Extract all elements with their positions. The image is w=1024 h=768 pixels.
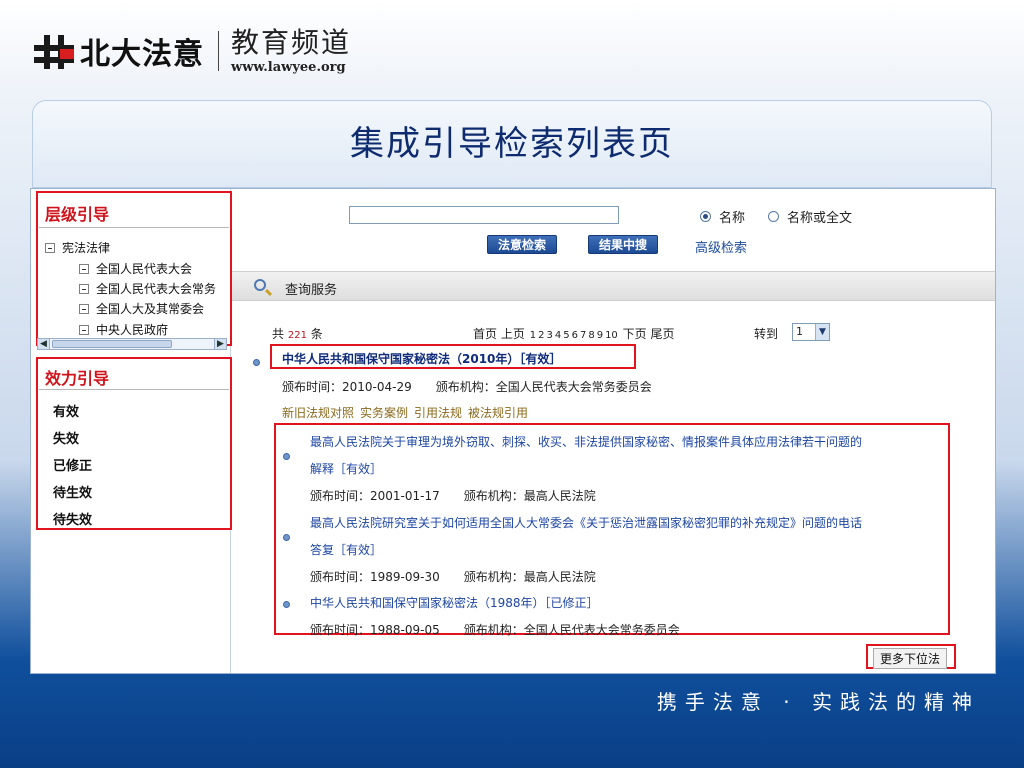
effect-item-invalid[interactable]: 失效 (53, 428, 79, 447)
result-count: 共 221 条 (272, 325, 323, 342)
more-sub-laws-button[interactable]: 更多下位法 (873, 648, 948, 669)
query-service-bar: 查询服务 (232, 271, 995, 301)
first-page-link[interactable]: 首页 (473, 327, 497, 341)
count-prefix: 共 (272, 327, 285, 341)
collapse-icon[interactable] (79, 283, 89, 294)
main-content: 名称 名称或全文 法意检索 结果中搜 高级检索 查询服务 共 221 条 首页 … (232, 189, 995, 673)
lawyee-logo: 北大法意 教育频道 www.lawyee.org (34, 26, 351, 76)
screenshot-panel: 层级引导 宪法法律 全国人民代表大会 全国人民代表大会常务 全国人大及其常委会 … (30, 188, 996, 674)
page-link[interactable]: 10 (605, 330, 618, 341)
tree-item-constitution[interactable]: 宪法法律 (45, 239, 110, 256)
related-links: 新旧法规对照 实务案例 引用法规 被法规引用 (282, 404, 534, 421)
main-result-meta: 颁布时间：2010-04-29 颁布机构：全国人民代表大会常务委员会 (282, 380, 652, 394)
page-link[interactable]: 3 (546, 330, 552, 341)
search-within-button[interactable]: 结果中搜 (588, 235, 659, 254)
page-link[interactable]: 5 (563, 330, 569, 341)
radio-fulltext[interactable]: 名称或全文 (768, 207, 852, 226)
search-input[interactable] (349, 206, 619, 224)
link-cited-by[interactable]: 被法规引用 (468, 406, 528, 420)
effect-guide-title: 效力引导 (45, 369, 110, 388)
prev-page-link[interactable]: 上页 (501, 327, 525, 341)
bullet-icon (283, 534, 290, 541)
page-select[interactable]: 1 ▼ (792, 323, 830, 341)
advanced-search-link[interactable]: 高级检索 (695, 237, 747, 256)
last-page-link[interactable]: 尾页 (650, 327, 674, 341)
link-old-new-compare[interactable]: 新旧法规对照 (282, 406, 354, 420)
next-page-link[interactable]: 下页 (623, 327, 647, 341)
tree-item[interactable]: 中央人民政府 (79, 321, 168, 338)
level-guide-divider (39, 227, 229, 228)
collapse-icon[interactable] (45, 242, 55, 253)
collapse-icon[interactable] (79, 324, 89, 335)
link-practice-cases[interactable]: 实务案例 (360, 406, 408, 420)
sub-result-title-cont[interactable]: 答复［有效］ (310, 541, 382, 558)
page-link[interactable]: 4 (555, 330, 561, 341)
bullet-icon (283, 601, 290, 608)
brand-name: 北大法意 (80, 37, 204, 72)
radio-name[interactable]: 名称 (700, 207, 745, 226)
page-link[interactable]: 2 (538, 330, 544, 341)
page-nav: 首页 上页 1 2 3 4 5 6 7 8 9 10 下页 尾页 (473, 325, 674, 342)
slide-title: 集成引导检索列表页 (350, 123, 674, 164)
radio-selected-icon[interactable] (700, 211, 711, 222)
tree-label: 全国人民代表大会常务 (96, 282, 217, 296)
effect-item-expiring[interactable]: 待失效 (53, 509, 92, 528)
page-link[interactable]: 9 (597, 330, 603, 341)
tree-label: 中央人民政府 (96, 323, 169, 337)
sub-result-meta: 颁布时间：1989-09-30 颁布机构：最高人民法院 (310, 570, 596, 584)
logo-mark-icon (34, 33, 74, 69)
tree-item[interactable]: 全国人大及其常委会 (79, 300, 204, 317)
sidebar: 层级引导 宪法法律 全国人民代表大会 全国人民代表大会常务 全国人大及其常委会 … (31, 189, 232, 673)
sub-result-title[interactable]: 最高人民法院关于审理为境外窃取、刺探、收买、非法提供国家秘密、情报案件具体应用法… (310, 433, 862, 450)
tree-label: 宪法法律 (62, 241, 111, 255)
sub-result-title[interactable]: 中华人民共和国保守国家秘密法（1988年）［已修正］ (310, 594, 599, 611)
sub-result-title[interactable]: 最高人民法院研究室关于如何适用全国人大常委会《关于惩治泄露国家秘密犯罪的补充规定… (310, 514, 862, 531)
page-link[interactable]: 6 (572, 330, 578, 341)
sub-result-meta: 颁布时间：1988-09-05 颁布机构：全国人民代表大会常务委员会 (310, 623, 680, 637)
effect-item-valid[interactable]: 有效 (53, 401, 79, 420)
page-select-value: 1 (796, 325, 803, 338)
page-link[interactable]: 8 (588, 330, 594, 341)
chevron-down-icon[interactable]: ▼ (815, 324, 829, 340)
logo-divider (218, 31, 219, 71)
tree-item[interactable]: 全国人民代表大会常务 (79, 280, 216, 297)
count-suffix: 条 (310, 327, 323, 341)
search-area: 名称 名称或全文 法意检索 结果中搜 高级检索 (232, 189, 995, 271)
bullet-icon (283, 453, 290, 460)
sub-result-title-cont[interactable]: 解释［有效］ (310, 460, 382, 477)
collapse-icon[interactable] (79, 263, 89, 274)
lawyee-search-button[interactable]: 法意检索 (487, 235, 558, 254)
title-banner: 集成引导检索列表页 (32, 100, 992, 188)
scroll-thumb[interactable] (52, 340, 172, 348)
sub-result-meta: 颁布时间：2001-01-17 颁布机构：最高人民法院 (310, 489, 596, 503)
tree-label: 全国人民代表大会 (96, 262, 193, 276)
page-link[interactable]: 1 (530, 330, 536, 341)
scroll-left-icon[interactable]: ◀ (38, 339, 50, 349)
goto-label: 转到 (754, 327, 779, 341)
count-number: 221 (287, 330, 307, 341)
horizontal-scrollbar[interactable]: ◀ ▶ (37, 338, 227, 350)
scroll-right-icon[interactable]: ▶ (214, 339, 226, 349)
effect-item-pending[interactable]: 待生效 (53, 482, 92, 501)
effect-guide-divider (39, 389, 229, 390)
link-cited-laws[interactable]: 引用法规 (414, 406, 462, 420)
slogan: 携手法意 · 实践法的精神 (656, 690, 980, 714)
tree-item[interactable]: 全国人民代表大会 (79, 260, 192, 277)
level-guide-title: 层级引导 (45, 205, 110, 224)
main-result-title[interactable]: 中华人民共和国保守国家秘密法（2010年）［有效］ (282, 350, 561, 367)
tree-label: 全国人大及其常委会 (96, 302, 205, 316)
page-link[interactable]: 7 (580, 330, 586, 341)
search-icon (254, 279, 266, 291)
effect-item-amended[interactable]: 已修正 (53, 455, 92, 474)
channel-name: 教育频道 (231, 25, 352, 59)
radio-label: 名称 (719, 211, 746, 226)
site-url: www.lawyee.org (231, 59, 346, 75)
query-service-label: 查询服务 (285, 283, 338, 298)
radio-label: 名称或全文 (787, 211, 853, 226)
radio-unselected-icon[interactable] (768, 211, 779, 222)
collapse-icon[interactable] (79, 303, 89, 314)
pagination-row: 共 221 条 首页 上页 1 2 3 4 5 6 7 8 9 10 下页 尾页 转到 1 ▼ (272, 323, 992, 343)
bullet-icon (253, 359, 260, 366)
